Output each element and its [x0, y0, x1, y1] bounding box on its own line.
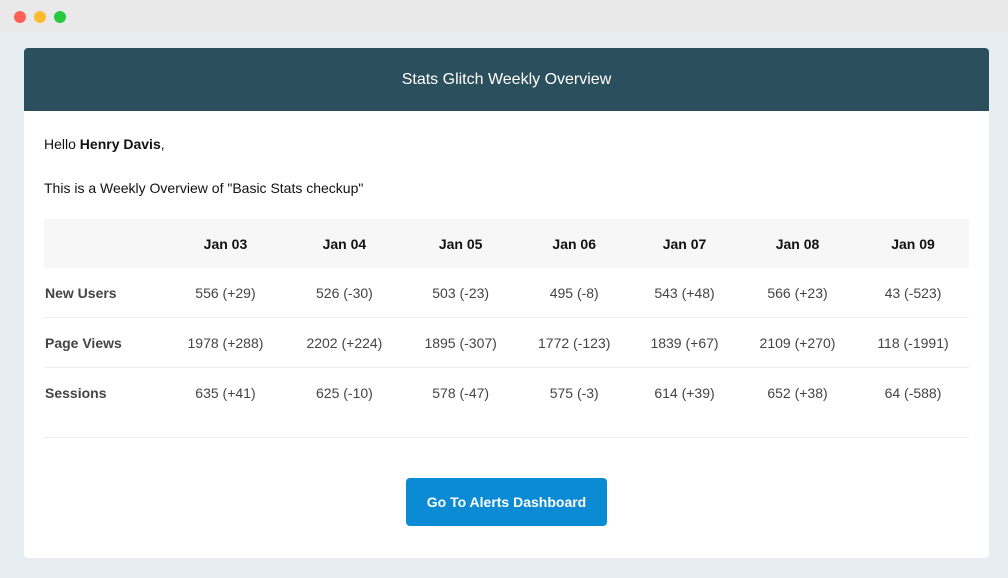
- column-header: Jan 05: [438, 235, 483, 252]
- email-card: Stats Glitch Weekly Overview Hello Henry…: [24, 48, 989, 558]
- column-header: Jan 06: [552, 235, 597, 252]
- table-row-page-views: Page Views 1978 (+288) 2202 (+224) 1895 …: [44, 317, 969, 368]
- table-cell: 614 (+39): [654, 384, 715, 401]
- table-cell: 566 (+23): [738, 268, 857, 318]
- maximize-window-icon[interactable]: [54, 11, 66, 23]
- email-header: Stats Glitch Weekly Overview: [24, 48, 989, 111]
- table-cell: 64 (-588): [884, 384, 942, 401]
- column-header: Jan 07: [662, 235, 707, 252]
- table-cell: 1772 (-123): [517, 317, 631, 368]
- greeting-comma: ,: [160, 136, 165, 152]
- minimize-window-icon[interactable]: [34, 11, 46, 23]
- greeting-line: Hello Henry Davis,: [44, 136, 969, 152]
- row-label: Page Views: [44, 317, 166, 368]
- close-window-icon[interactable]: [14, 11, 26, 23]
- table-cell: 625 (-10): [316, 384, 373, 401]
- table-cell: 2202 (+224): [284, 317, 404, 368]
- table-cell: 1839 (+67): [631, 317, 739, 368]
- row-label: New Users: [44, 268, 166, 318]
- table-row-new-users: New Users 556 (+29) 526 (-30) 503 (-23) …: [44, 268, 969, 318]
- email-viewport: Stats Glitch Weekly Overview Hello Henry…: [0, 32, 1008, 578]
- table-cell: 575 (-3): [549, 384, 599, 401]
- table-header-empty: [44, 219, 166, 268]
- table-row-sessions: Sessions 635 (+41) 625 (-10) 578 (-47) 5…: [44, 368, 969, 418]
- window-titlebar: [0, 0, 1008, 32]
- table-cell: 495 (-8): [517, 268, 631, 318]
- table-cell: 2109 (+270): [738, 317, 857, 368]
- table-cell: 1978 (+288): [166, 317, 285, 368]
- cta-wrapper: Go To Alerts Dashboard: [44, 478, 969, 526]
- divider: [44, 437, 969, 438]
- go-to-alerts-dashboard-button[interactable]: Go To Alerts Dashboard: [405, 478, 608, 526]
- recipient-name: Henry Davis: [79, 136, 161, 152]
- table-cell: 578 (-47): [432, 384, 490, 401]
- table-cell: 635 (+41): [195, 384, 256, 401]
- stats-table: Jan 03 Jan 04 Jan 05 Jan 06 Jan 07 Jan 0…: [44, 219, 969, 417]
- table-cell: 503 (-23): [403, 268, 518, 318]
- email-title: Stats Glitch Weekly Overview: [401, 70, 612, 88]
- table-header-row: Jan 03 Jan 04 Jan 05 Jan 06 Jan 07 Jan 0…: [44, 219, 969, 268]
- table-cell: 1895 (-307): [403, 317, 518, 368]
- column-header: Jan 09: [891, 235, 935, 252]
- table-cell: 556 (+29): [166, 268, 285, 318]
- row-label: Sessions: [45, 384, 107, 401]
- table-cell: 543 (+48): [631, 268, 739, 318]
- column-header: Jan 03: [203, 235, 248, 252]
- column-header: Jan 08: [775, 235, 820, 252]
- table-cell: 43 (-523): [856, 268, 969, 318]
- column-header: Jan 04: [322, 235, 367, 252]
- table-cell: 526 (-30): [284, 268, 404, 318]
- greeting-hello: Hello: [44, 136, 76, 152]
- table-cell: 652 (+38): [767, 384, 828, 401]
- table-cell: 118 (-1991): [856, 317, 969, 368]
- intro-text: This is a Weekly Overview of "Basic Stat…: [44, 180, 364, 196]
- email-body: Hello Henry Davis, This is a Weekly Over…: [24, 136, 989, 526]
